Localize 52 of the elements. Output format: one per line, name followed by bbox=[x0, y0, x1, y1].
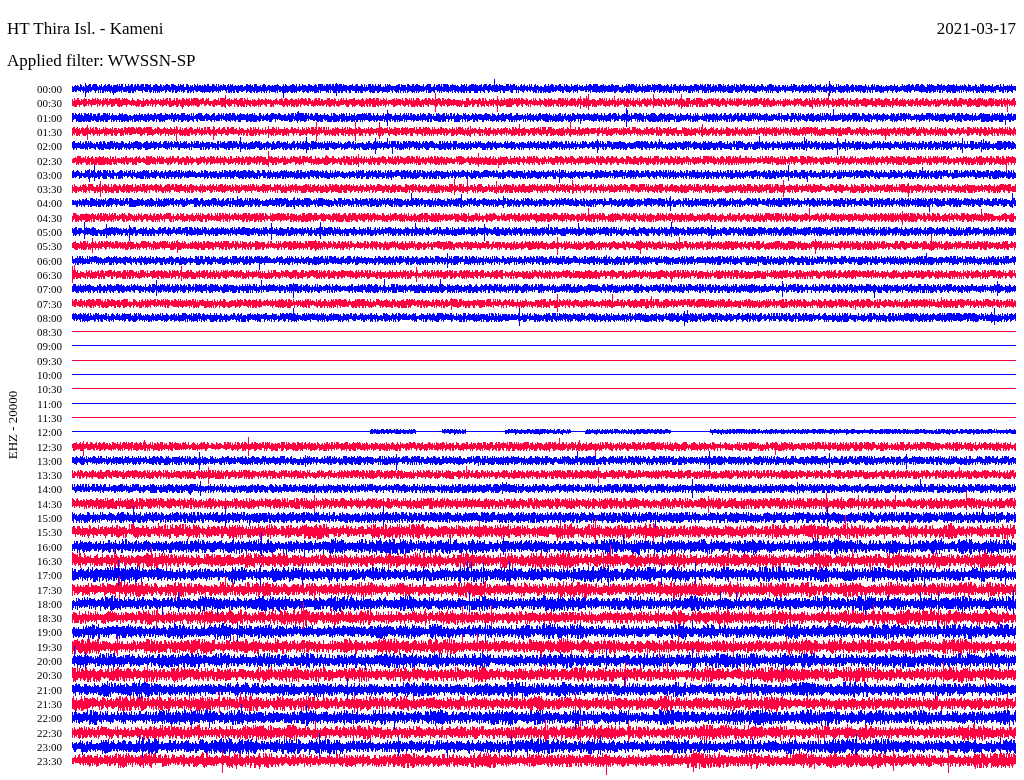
time-label: 01:00 bbox=[36, 111, 62, 124]
time-label: 05:30 bbox=[36, 239, 62, 252]
time-label: 06:00 bbox=[36, 254, 62, 267]
time-label: 23:00 bbox=[36, 740, 62, 753]
time-label: 21:00 bbox=[36, 683, 62, 696]
time-label: 07:30 bbox=[36, 297, 62, 310]
time-label: 19:30 bbox=[36, 640, 62, 653]
time-label: 08:30 bbox=[36, 325, 62, 338]
time-label: 16:30 bbox=[36, 554, 62, 567]
time-label: 13:30 bbox=[36, 468, 62, 481]
time-label: 19:00 bbox=[36, 625, 62, 638]
time-label: 02:00 bbox=[36, 139, 62, 152]
time-label: 11:30 bbox=[37, 411, 62, 424]
time-label: 13:00 bbox=[36, 454, 62, 467]
time-label: 12:00 bbox=[36, 425, 62, 438]
time-label: 18:30 bbox=[36, 611, 62, 624]
time-label: 22:30 bbox=[36, 726, 62, 739]
time-label: 04:30 bbox=[36, 211, 62, 224]
channel-label: EHZ - 20000 bbox=[5, 390, 20, 460]
time-label: 18:00 bbox=[36, 597, 62, 610]
filter-label: Applied filter: WWSSN-SP bbox=[7, 51, 196, 70]
time-label: 08:00 bbox=[36, 311, 62, 324]
time-label: 17:00 bbox=[36, 568, 62, 581]
time-label: 09:00 bbox=[36, 339, 62, 352]
time-label: 15:00 bbox=[36, 511, 62, 524]
time-label: 07:00 bbox=[36, 282, 62, 295]
date-label: 2021-03-17 bbox=[936, 19, 1016, 38]
time-label: 06:30 bbox=[36, 268, 62, 281]
time-label: 21:30 bbox=[36, 697, 62, 710]
time-label: 10:30 bbox=[36, 382, 62, 395]
time-label: 15:30 bbox=[36, 525, 62, 538]
time-label: 11:00 bbox=[37, 397, 62, 410]
time-label: 17:30 bbox=[36, 583, 62, 596]
time-label: 16:00 bbox=[36, 540, 62, 553]
time-label: 20:30 bbox=[36, 668, 62, 681]
time-label: 10:00 bbox=[36, 368, 62, 381]
time-label: 23:30 bbox=[36, 754, 62, 767]
time-label: 20:00 bbox=[36, 654, 62, 667]
time-label: 14:00 bbox=[36, 482, 62, 495]
time-label: 22:00 bbox=[36, 711, 62, 724]
time-label: 05:00 bbox=[36, 225, 62, 238]
time-label: 00:00 bbox=[36, 82, 62, 95]
time-label: 02:30 bbox=[36, 154, 62, 167]
station-title: HT Thira Isl. - Kameni bbox=[7, 19, 164, 38]
time-label: 03:30 bbox=[36, 182, 62, 195]
time-label: 00:30 bbox=[36, 96, 62, 109]
time-label: 09:30 bbox=[36, 354, 62, 367]
time-label: 12:30 bbox=[36, 440, 62, 453]
time-label: 03:00 bbox=[36, 168, 62, 181]
time-label: 01:30 bbox=[36, 125, 62, 138]
time-label: 04:00 bbox=[36, 196, 62, 209]
time-label: 14:30 bbox=[36, 497, 62, 510]
